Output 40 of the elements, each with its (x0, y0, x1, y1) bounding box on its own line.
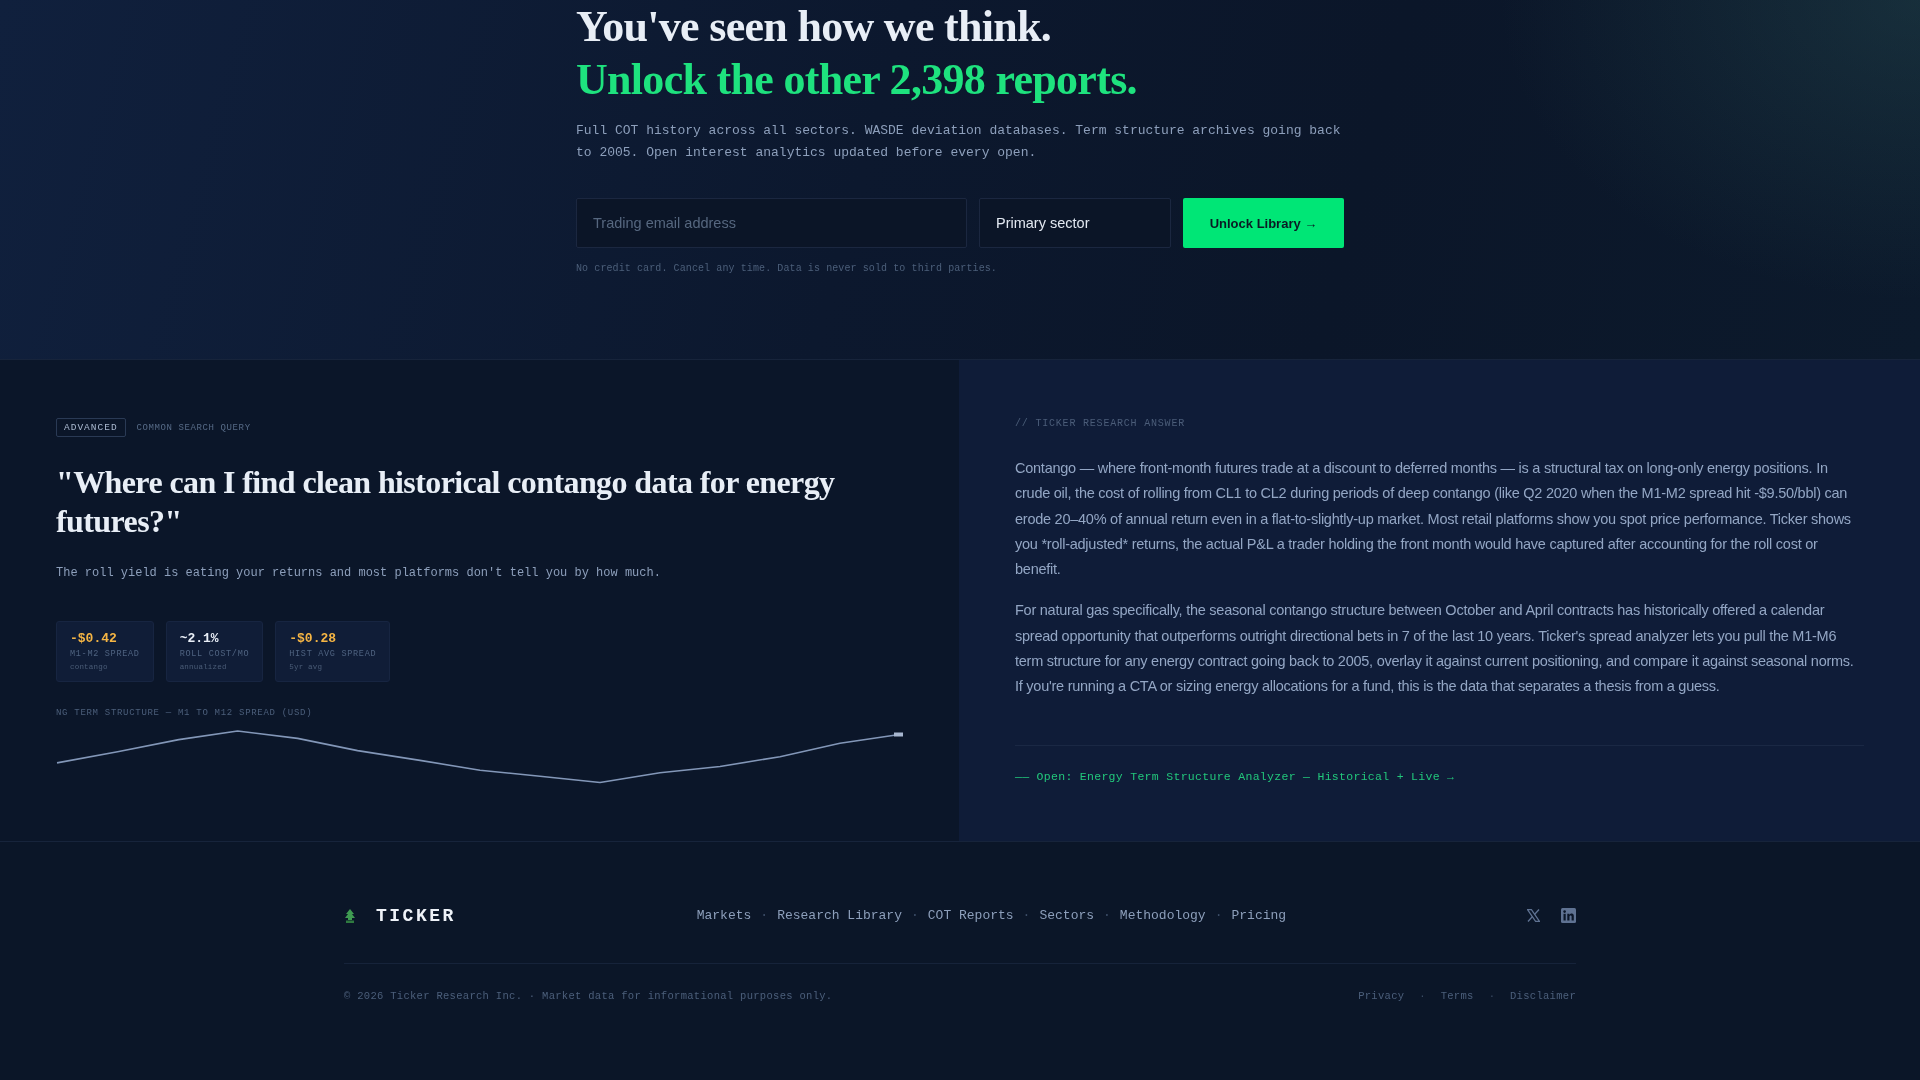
stat-label: ROLL COST/MO (179, 648, 250, 660)
unlock-library-button[interactable]: Unlock Library → (1183, 198, 1344, 248)
answer-label: // TICKER RESEARCH ANSWER (1015, 418, 1187, 430)
chart-label: NG TERM STRUCTURE — M1 TO M12 SPREAD (USD) (56, 707, 314, 720)
copyright-text: © 2026 Ticker Research Inc. · Market data for informational purposes only. (344, 988, 833, 1003)
query-subtitle: The roll yield is eating your returns and most platforms don't tell you by how much. (56, 565, 662, 582)
nav-separator: · (760, 908, 769, 924)
answer-paragraph: For natural gas specifically, the seasonal contango structure between October and April contracts has historically offered a calendar spread opportunity that outperforms outright directional bets in 7 of the last 10 years. Ticker's spread analyzer lets you pull the M1-M6 term structure for any energy contract going back to 2005, overlay it against current positioning, and compare it against seasonal norms. If you're running a CTA or sizing energy allocations for a fund, this is the data that separates a thesis from a guess. (1015, 601, 1855, 697)
fine-print: No credit card. Cancel any time. Data is never sold to third parties. (576, 262, 998, 276)
footer-nav-link[interactable]: Research Library (777, 906, 902, 925)
nav-separator: · (910, 908, 919, 924)
footer-nav-link[interactable]: COT Reports (927, 906, 1014, 925)
brand-name: TICKER (376, 904, 456, 928)
hero-highlight-title: Unlock the other 2,398 reports. (576, 54, 1138, 106)
legal-separator: · (1419, 989, 1426, 1002)
query-question: "Where can I find clean historical contango data for energy futures?" (56, 463, 836, 541)
nav-separator: · (1214, 908, 1223, 924)
hero-title: You've seen how we think. (576, 1, 1053, 53)
query-category: COMMON SEARCH QUERY (136, 422, 251, 433)
email-input[interactable]: Trading email address (576, 198, 967, 248)
footer-nav-link[interactable]: Sectors (1039, 906, 1095, 925)
stat-value: -$0.42 (70, 631, 117, 647)
sector-select[interactable]: Primary sector (979, 198, 1171, 248)
hero-description: Full COT history across all sectors. WASDE deviation databases. Term structure archives going back to 2005. Open interest analytics updated before every open. (576, 122, 1342, 162)
stat-label: M1-M2 SPREAD (70, 648, 140, 660)
nav-separator: · (1022, 908, 1031, 924)
footer-nav-link[interactable]: Pricing (1231, 906, 1287, 925)
footer-nav-link[interactable]: Methodology (1119, 906, 1206, 925)
pine-tree-icon (344, 908, 356, 923)
analyzer-link[interactable]: —— Open: Energy Term Structure Analyzer — Historical + Live → (1015, 769, 1455, 784)
footer-nav-link[interactable]: Markets (696, 906, 752, 925)
legal-separator: · (1488, 989, 1495, 1002)
stat-label: HIST AVG SPREAD (289, 648, 377, 660)
linkedin-icon[interactable] (1561, 908, 1576, 924)
stat-value: -$0.28 (289, 631, 337, 647)
level-tag: ADVANCED (56, 418, 126, 437)
stat-value: ~2.1% (179, 631, 219, 647)
x-social-icon[interactable] (1527, 909, 1540, 923)
answer-paragraph: Contango — where front-month futures trade at a discount to deferred months — is a structural tax on long-only energy positions. In crude oil, the cost of rolling from CL1 to CL2 during periods of deep contango (like Q2 2020 when the M1-M2 spread hit -$9.50/bbl) can erode 20–40% of annual return even in a flat-to-slightly-up market. Most retail platforms show you spot price performance. Ticker shows you *roll-adjusted* returns, the actual P&L a trader holding the front month would have captured after accounting for the roll cost or benefit. (1015, 459, 1852, 580)
nav-separator: · (1103, 908, 1111, 924)
